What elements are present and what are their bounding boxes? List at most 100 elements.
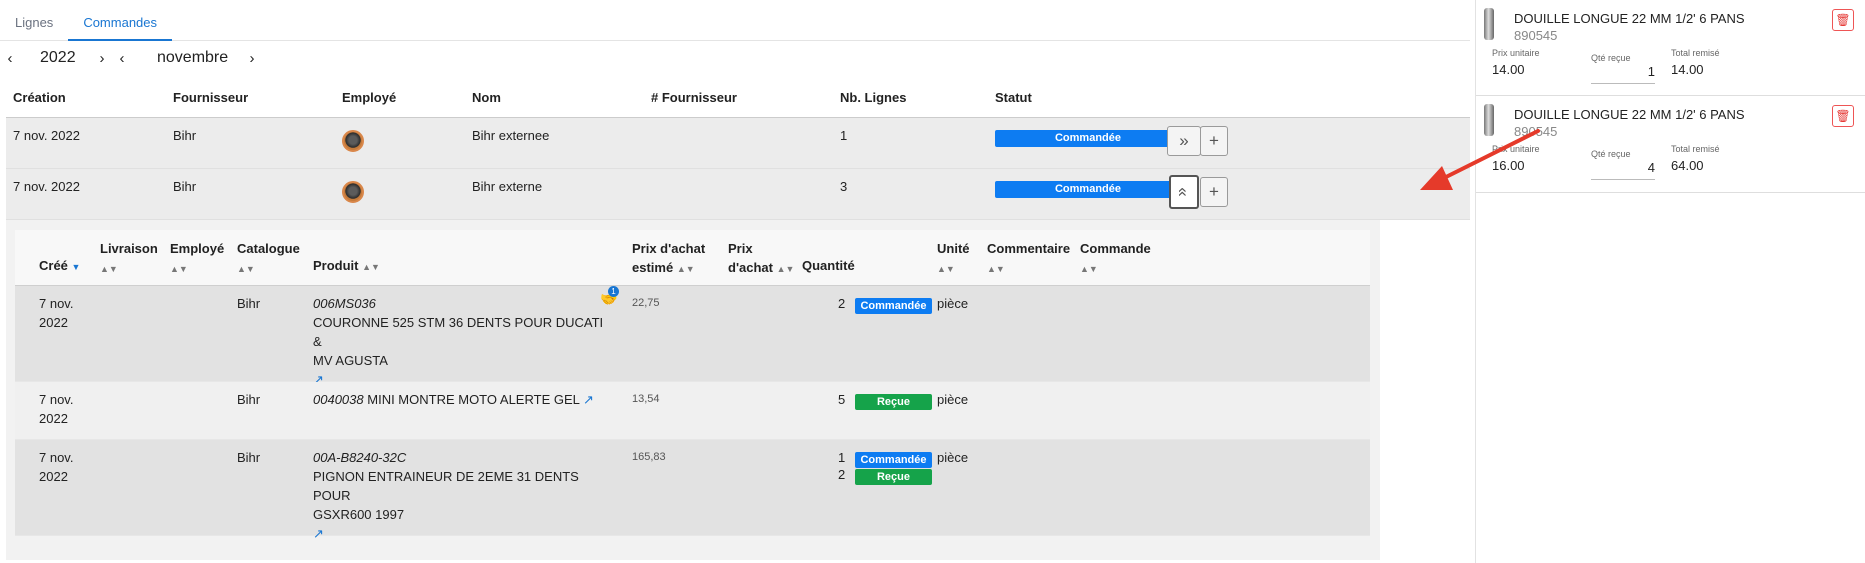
collapse-order-button[interactable]: « [1169, 175, 1199, 209]
line-unit: pièce [937, 296, 969, 311]
year-label: 2022 [40, 49, 76, 66]
prev-month-button[interactable]: ‹ [112, 50, 132, 67]
header-supplier[interactable]: Fournisseur [173, 78, 248, 118]
header-catalog[interactable]: Catalogue ▲▼ [237, 239, 300, 279]
header-line-count[interactable]: Nb. Lignes [840, 78, 906, 118]
header-product-label: Produit [313, 258, 359, 273]
cart-item: DOUILLE LONGUE 22 MM 1/2' 6 PANS 890545 … [1476, 96, 1865, 193]
external-link-icon[interactable]: ↗ [313, 526, 324, 541]
header-supplier-number[interactable]: # Fournisseur [651, 78, 737, 118]
prev-year-button[interactable]: ‹ [0, 50, 20, 67]
sort-icon: ▲▼ [987, 264, 1005, 274]
header-status[interactable]: Statut [995, 78, 1032, 118]
header-employee[interactable]: Employé ▲▼ [170, 239, 224, 279]
date-navigator: ‹ 2022 › ‹ novembre › [0, 46, 262, 70]
line-created-day: 7 nov. [39, 296, 74, 311]
order-supplier: Bihr [173, 179, 197, 194]
line-product: 006MS036 COURONNE 525 STM 36 DENTS POUR … [313, 294, 613, 389]
header-quantity[interactable]: Quantité [802, 256, 855, 275]
line-status-2: Reçue [855, 466, 932, 485]
cart-item-code: 890545 [1514, 124, 1558, 139]
line-created-day: 7 nov. [39, 450, 74, 465]
line-catalog: Bihr [237, 296, 261, 311]
product-desc: COURONNE 525 STM 36 DENTS POUR DUCATI & [313, 315, 604, 349]
header-price[interactable]: Prix d'achat ▲▼ [728, 239, 794, 279]
next-month-button[interactable]: › [242, 50, 262, 67]
header-creation[interactable]: Création [13, 78, 66, 118]
status-badge: Commandée [995, 130, 1181, 147]
expand-order-button[interactable]: » [1167, 126, 1201, 156]
line-created-day: 7 nov. [39, 392, 74, 407]
header-created[interactable]: Créé ▼ [39, 256, 80, 277]
header-order-label: Commande [1080, 241, 1151, 256]
sort-icon: ▲▼ [237, 264, 255, 274]
next-year-button[interactable]: › [92, 50, 112, 67]
order-lines-panel: Créé ▼ Livraison ▲▼ Employé ▲▼ Catalogue ▲▼… [6, 220, 1380, 560]
line-created: 7 nov. 2022 [39, 448, 73, 486]
month-label: novembre [157, 49, 229, 66]
header-delivery[interactable]: Livraison ▲▼ [100, 239, 158, 279]
order-line-row[interactable]: 7 nov. 2022 Bihr 00A-B8240-32C PIGNON ENT… [15, 440, 1370, 541]
header-est-price[interactable]: Prix d'achat estimé ▲▼ [632, 239, 705, 279]
order-row[interactable]: 7 nov. 2022 Bihr Bihr externee 1 Command… [6, 118, 1470, 169]
header-unit[interactable]: Unité ▲▼ [937, 239, 970, 279]
cart-item-name: DOUILLE LONGUE 22 MM 1/2' 6 PANS [1514, 11, 1745, 26]
header-order[interactable]: Commande ▲▼ [1080, 239, 1151, 279]
orders-table: Création Fournisseur Employé Nom # Fourn… [6, 78, 1470, 220]
add-line-button[interactable]: + [1200, 177, 1228, 207]
unit-price-label: Prix unitaire [1492, 144, 1540, 154]
order-line-row[interactable]: 7 nov. 2022 Bihr 006MS036 COURONNE 525 ST… [15, 286, 1370, 387]
unit-price-value: 16.00 [1492, 158, 1525, 173]
product-ref: 006MS036 [313, 296, 376, 311]
line-created-year: 2022 [39, 315, 68, 330]
external-link-icon[interactable]: ↗ [583, 392, 594, 407]
order-row[interactable]: 7 nov. 2022 Bihr Bihr externe 3 Commandé… [6, 169, 1470, 220]
line-status: Commandée [855, 295, 932, 314]
cart-item-name: DOUILLE LONGUE 22 MM 1/2' 6 PANS [1514, 107, 1745, 122]
line-product: 0040038 MINI MONTRE MOTO ALERTE GEL ↗ [313, 390, 613, 409]
cart-item: DOUILLE LONGUE 22 MM 1/2' 6 PANS 890545 … [1476, 0, 1865, 96]
sort-icon: ▲▼ [676, 264, 695, 274]
order-created: 7 nov. 2022 [13, 128, 80, 143]
order-created: 7 nov. 2022 [13, 179, 80, 194]
header-employee-label: Employé [170, 241, 225, 256]
trash-icon[interactable]: 🗑 [1832, 9, 1854, 31]
line-quantity: 5 [838, 392, 846, 407]
product-thumbnail [1484, 104, 1494, 136]
header-created-label: Créé [39, 258, 68, 273]
header-price-label: Prix [728, 241, 753, 256]
product-ref: 00A-B8240-32C [313, 450, 407, 465]
tab-commandes[interactable]: Commandes [68, 0, 173, 41]
order-name: Bihr externe [472, 179, 543, 194]
total-label: Total remisé [1671, 48, 1720, 58]
order-line-row[interactable]: 7 nov. 2022 Bihr 0040038 MINI MONTRE MOTO… [15, 382, 1370, 440]
add-line-button[interactable]: + [1200, 126, 1228, 156]
header-catalog-label: Catalogue [237, 241, 300, 256]
line-catalog: Bihr [237, 450, 261, 465]
line-quantity: 2 [838, 296, 846, 311]
header-product[interactable]: Produit ▲▼ [313, 256, 380, 277]
header-comment[interactable]: Commentaire ▲▼ [987, 239, 1070, 279]
product-desc-2: GSXR600 1997 [313, 507, 405, 522]
order-supplier: Bihr [173, 128, 197, 143]
line-created-year: 2022 [39, 469, 68, 484]
sort-icon: ▲▼ [362, 262, 380, 272]
product-desc-2: MV AGUSTA [313, 353, 388, 368]
order-line-count: 1 [840, 128, 848, 143]
header-est-price-label-2: estimé [632, 260, 674, 275]
total-label: Total remisé [1671, 144, 1720, 154]
sort-icon: ▲▼ [170, 264, 188, 274]
line-catalog: Bihr [237, 392, 261, 407]
cart-item-code: 890545 [1514, 28, 1558, 43]
tab-lignes[interactable]: Lignes [0, 0, 68, 41]
product-thumbnail [1484, 8, 1494, 40]
line-unit: pièce [937, 392, 969, 407]
header-name[interactable]: Nom [472, 78, 501, 118]
header-employee[interactable]: Employé [342, 78, 396, 118]
qty-received-input[interactable]: 4 [1591, 156, 1655, 180]
line-est-price: 165,83 [632, 451, 666, 463]
handshake-icon[interactable]: 🤝 1 [600, 286, 619, 309]
product-desc: PIGNON ENTRAINEUR DE 2EME 31 DENTS POUR [313, 469, 579, 503]
trash-icon[interactable]: 🗑 [1832, 105, 1854, 127]
qty-received-input[interactable]: 1 [1591, 60, 1655, 84]
